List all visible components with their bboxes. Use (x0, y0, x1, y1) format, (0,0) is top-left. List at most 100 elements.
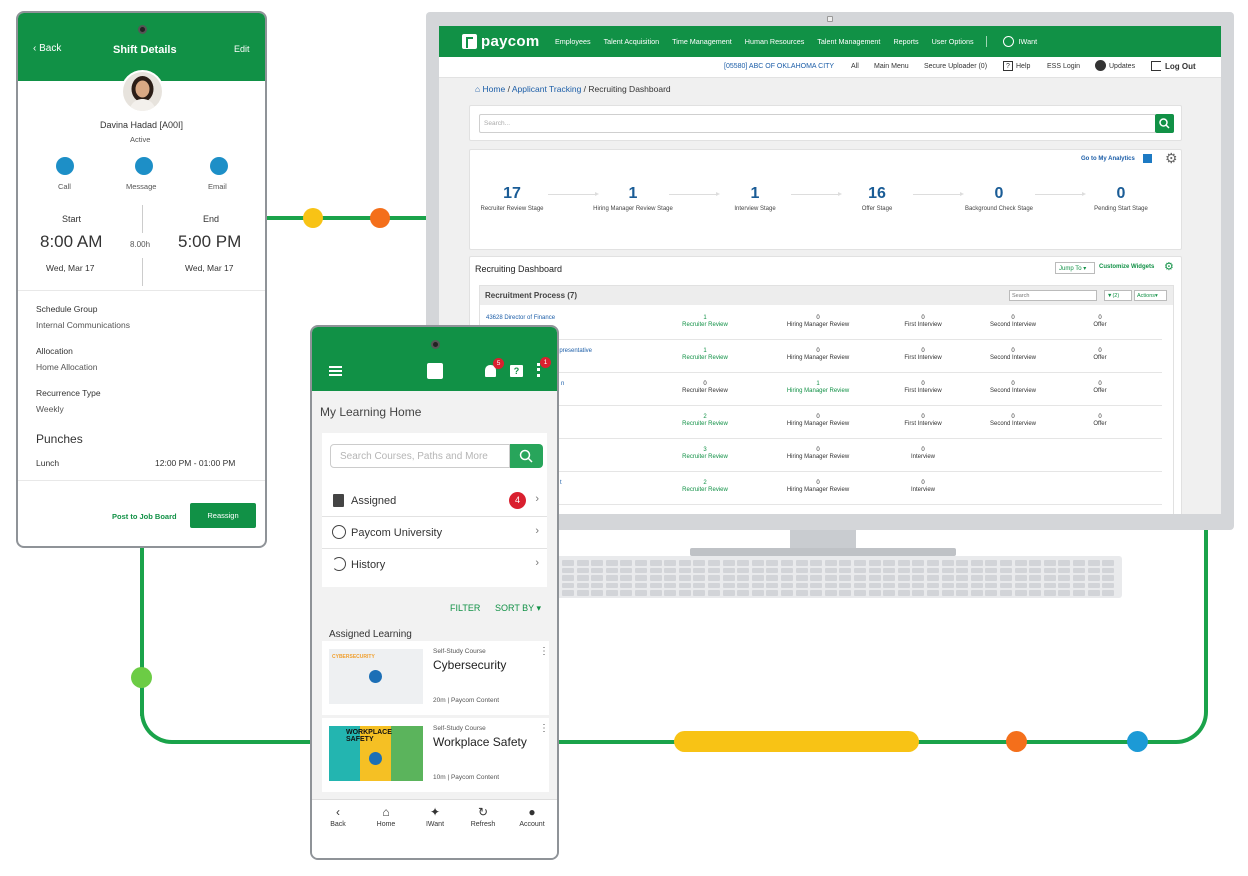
dashboard-search-input[interactable]: Search... (479, 114, 1156, 133)
stage-cell[interactable]: 1 Recruiter Review (660, 315, 750, 329)
sort-by-button[interactable]: SORT BY ▾ (495, 603, 541, 614)
tab-refresh[interactable]: ↻ Refresh (459, 805, 507, 828)
list-item-history[interactable]: History › (322, 549, 547, 581)
job-link[interactable]: epresentative (556, 348, 592, 354)
stage-4[interactable]: 0 Background Check Stage (954, 185, 1044, 213)
stage-cell[interactable]: 2 Recruiter Review (660, 414, 750, 428)
email-icon[interactable] (210, 157, 228, 175)
keyboard-key (1000, 560, 1012, 566)
stage-cell[interactable]: 3 Recruiter Review (660, 447, 750, 461)
stage-5[interactable]: 0 Pending Start Stage (1076, 185, 1166, 213)
more-vertical-icon[interactable]: ⋮ (539, 723, 549, 734)
jump-to-dropdown[interactable]: Jump To ▾ (1055, 262, 1095, 274)
paycom-logo[interactable]: paycom (462, 33, 542, 50)
main-menu-link[interactable]: Main Menu (874, 63, 909, 70)
process-search-input[interactable]: Search (1009, 290, 1097, 301)
course-card[interactable]: WORKPLACE SAFETY Self-Study Course Workp… (322, 718, 549, 792)
help-chat-icon[interactable]: ? (510, 365, 523, 377)
customize-gear-icon[interactable]: ⚙ (1164, 260, 1174, 273)
tab-iwant[interactable]: ✦ IWant (411, 805, 459, 828)
breadcrumb-current: Recruiting Dashboard (588, 84, 671, 94)
nav-reports[interactable]: Reports (893, 37, 918, 46)
more-vertical-icon[interactable] (537, 363, 540, 377)
list-item-paycom-university[interactable]: Paycom University › (322, 517, 547, 549)
ess-login-link[interactable]: ESS Login (1047, 63, 1080, 70)
process-header: Recruitment Process (7) Search ▼(2) Acti… (480, 286, 1173, 305)
tab-home-label: Home (376, 821, 396, 828)
keyboard-key (1029, 560, 1042, 566)
paycom-university-label: Paycom University (351, 527, 443, 539)
stage-3[interactable]: 16 Offer Stage (832, 185, 922, 213)
course-card[interactable]: CYBERSECURITY Self-Study Course Cybersec… (322, 641, 549, 715)
nav-talent-acquisition[interactable]: Talent Acquisition (604, 37, 660, 46)
nav-human-resources[interactable]: Human Resources (745, 37, 805, 46)
tab-home[interactable]: ⌂ Home (362, 805, 410, 828)
stage-cell[interactable]: 1 Hiring Manager Review (773, 381, 863, 395)
learning-search-input[interactable]: Search Courses, Paths and More (330, 444, 510, 468)
all-link[interactable]: All (851, 63, 859, 70)
company-selector[interactable]: [05580] ABC OF OKLAHOMA CITY (724, 63, 834, 70)
stage-cell: 0 Hiring Manager Review (773, 315, 863, 329)
stage-cell[interactable]: 1 Recruiter Review (660, 348, 750, 362)
logout-link[interactable]: Log Out (1165, 62, 1196, 71)
blue-dot (1127, 731, 1148, 752)
help-icon[interactable]: ? (1003, 61, 1013, 71)
keyboard-key (1029, 567, 1042, 573)
stage-0[interactable]: 17 Recruiter Review Stage (467, 185, 557, 213)
customize-widgets-link[interactable]: Customize Widgets (1099, 264, 1154, 270)
search-button[interactable] (1155, 114, 1174, 133)
nav-time-management[interactable]: Time Management (672, 37, 732, 46)
nav-user-options[interactable]: User Options (932, 37, 974, 46)
menu-icon[interactable] (329, 366, 342, 376)
search-icon (519, 449, 533, 463)
secure-uploader-link[interactable]: Secure Uploader (0) (924, 63, 987, 70)
keyboard-key (1029, 590, 1042, 596)
breadcrumb-home[interactable]: Home (483, 84, 506, 94)
cyber-thumb-text: CYBERSECURITY (332, 654, 375, 660)
list-item-assigned[interactable]: Assigned 4 › (322, 485, 547, 517)
job-link[interactable]: 43628 Director of Finance (486, 315, 555, 321)
iwant-button[interactable]: IWant (1002, 36, 1037, 47)
more-vertical-icon[interactable]: ⋮ (539, 646, 549, 657)
chevron-right-icon: › (535, 557, 539, 569)
connector-line (266, 216, 426, 220)
analytics-link[interactable]: Go to My Analytics (1081, 156, 1135, 162)
stage-cell: 0 Offer (1055, 414, 1145, 428)
allocation-label: Allocation (36, 346, 73, 356)
stage-label: Background Check Stage (964, 206, 1034, 212)
stage-cell[interactable]: 2 Recruiter Review (660, 480, 750, 494)
breadcrumb-applicant-tracking[interactable]: Applicant Tracking (512, 84, 581, 94)
cell-label: Interview (910, 454, 935, 460)
assigned-learning-heading: Assigned Learning (329, 629, 412, 640)
updates-link[interactable]: Updates (1109, 63, 1135, 70)
start-time: 8:00 AM (40, 232, 103, 251)
call-icon[interactable] (56, 157, 74, 175)
keyboard-key (635, 590, 647, 596)
learning-search-button[interactable] (510, 444, 543, 468)
tab-back[interactable]: ‹ Back (314, 805, 362, 828)
actions-dropdown[interactable]: Actions▾ (1134, 290, 1167, 301)
stage-2[interactable]: 1 Interview Stage (710, 185, 800, 213)
help-link[interactable]: Help (1016, 63, 1030, 70)
job-link[interactable]: n (561, 381, 564, 387)
course-name: Workplace Safety (433, 735, 527, 749)
stage-1[interactable]: 1 Hiring Manager Review Stage (588, 185, 678, 213)
settings-gear-icon[interactable]: ⚙ (1165, 150, 1178, 167)
tab-account[interactable]: ● Account (508, 805, 556, 828)
cell-label: Hiring Manager Review (786, 388, 850, 394)
edit-button[interactable]: Edit (234, 44, 250, 54)
reassign-button[interactable]: Reassign (190, 503, 256, 528)
keyboard-key (693, 567, 706, 573)
message-icon[interactable] (135, 157, 153, 175)
back-button[interactable]: ‹ Back (33, 43, 61, 54)
table-row: t 2 Recruiter Review 0 Hiring Manager Review… (486, 472, 1162, 505)
cell-label: Second Interview (989, 355, 1037, 361)
keyboard-key (1073, 567, 1085, 573)
post-to-job-board-button[interactable]: Post to Job Board (112, 512, 177, 521)
job-link[interactable]: t (560, 480, 562, 486)
filter-button[interactable]: ▼(2) (1104, 290, 1132, 301)
keyboard-key (956, 567, 969, 573)
nav-talent-management[interactable]: Talent Management (817, 37, 880, 46)
nav-employees[interactable]: Employees (555, 37, 591, 46)
filter-button[interactable]: FILTER (450, 603, 480, 613)
